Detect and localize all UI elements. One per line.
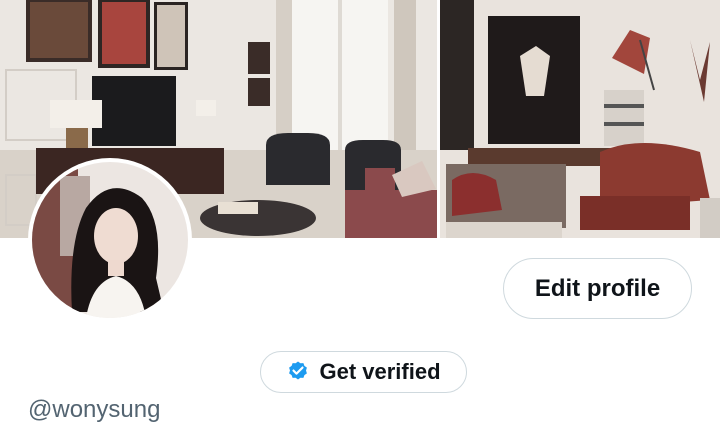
get-verified-label: Get verified bbox=[319, 359, 441, 384]
verified-badge-icon bbox=[286, 360, 310, 384]
profile-avatar[interactable] bbox=[28, 158, 192, 322]
get-verified-button[interactable]: Get verified bbox=[260, 351, 467, 393]
edit-profile-label: Edit profile bbox=[534, 274, 661, 302]
edit-profile-button[interactable]: Edit profile bbox=[503, 258, 692, 319]
avatar-image bbox=[32, 162, 188, 318]
profile-handle: @wonysung bbox=[28, 396, 161, 423]
